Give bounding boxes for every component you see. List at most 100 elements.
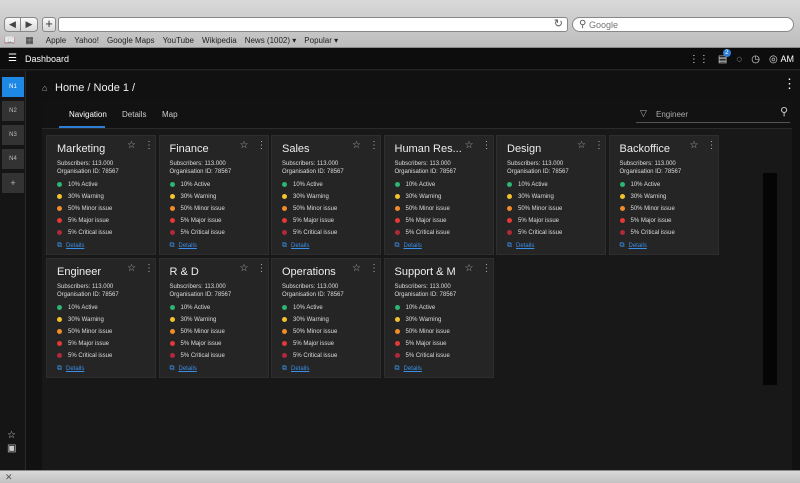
card-menu-icon[interactable]: ⋮ <box>369 140 379 152</box>
favorite-star-icon[interactable]: ☆ <box>690 140 699 152</box>
org-card[interactable]: Human Res... ☆ ⋮ Subscribers: 113.000 Organi… <box>383 135 494 255</box>
new-tab-button[interactable]: + <box>42 17 56 32</box>
external-link-icon: ⧉ <box>57 242 62 249</box>
org-card[interactable]: Engineer ☆ ⋮ Subscribers: 113.000 Organisati… <box>46 258 156 378</box>
card-menu-icon[interactable]: ⋮ <box>144 140 154 152</box>
external-link-icon: ⧉ <box>394 365 400 372</box>
apps-grid-icon[interactable]: ⋮⋮ <box>689 53 709 67</box>
favorite-star-icon[interactable]: ☆ <box>465 263 474 275</box>
card-menu-icon[interactable]: ⋮ <box>257 140 267 152</box>
status-row-active: 10% Active <box>169 303 210 312</box>
history-icon[interactable]: ◷ <box>751 53 760 67</box>
status-row-critical: 5% Critical issue <box>282 351 337 360</box>
user-initials: AM <box>780 54 795 64</box>
reload-icon[interactable]: ↻ <box>554 18 563 31</box>
user-icon: ◎ <box>768 54 778 65</box>
status-row-minor: 50% Minor issue <box>282 327 337 336</box>
filter-icon: ▽ <box>640 108 647 118</box>
organisation-id: Organisation ID: 78567 <box>282 292 344 298</box>
forward-button[interactable]: ▶ <box>21 17 38 32</box>
card-menu-icon[interactable]: ⋮ <box>144 263 154 275</box>
status-dot-icon <box>282 341 287 346</box>
panel-toggle-icon[interactable]: ▣ <box>7 443 16 454</box>
org-card[interactable]: Support & M ☆ ⋮ Subscribers: 113.000 Organis… <box>383 258 494 378</box>
home-icon[interactable]: ⌂ <box>42 83 47 93</box>
filter-field[interactable]: ▽ ⚲ <box>636 105 790 123</box>
browser-search-input[interactable] <box>589 19 789 30</box>
bookmark-item[interactable]: Popular ▾ <box>304 36 338 45</box>
details-link[interactable]: ⧉ Details <box>395 365 422 373</box>
card-menu-icon[interactable]: ⋮ <box>707 140 717 152</box>
reading-list-icon[interactable]: 📖 <box>4 35 15 46</box>
activity-icon[interactable]: ◌ <box>736 53 742 67</box>
details-label: Details <box>178 366 197 372</box>
details-link[interactable]: ⧉ Details <box>57 365 84 373</box>
card-menu-icon[interactable]: ⋮ <box>369 263 379 275</box>
status-label: 10% Active <box>518 181 548 188</box>
tab-navigation[interactable]: Navigation <box>69 110 107 120</box>
org-card[interactable]: R & D ☆ ⋮ Subscribers: 113.000 Organisation … <box>158 258 269 378</box>
star-icon[interactable]: ☆ <box>7 430 16 441</box>
card-menu-icon[interactable]: ⋮ <box>482 263 492 275</box>
org-card[interactable]: Backoffice ☆ ⋮ Subscribers: 113.000 Organisa… <box>608 135 719 255</box>
bookmark-item[interactable]: News (1002) ▾ <box>245 36 297 45</box>
favorite-star-icon[interactable]: ☆ <box>127 263 136 275</box>
filter-input[interactable] <box>656 108 766 120</box>
card-menu-icon[interactable]: ⋮ <box>257 263 267 275</box>
favorite-star-icon[interactable]: ☆ <box>352 140 361 152</box>
sidebar-item-n4[interactable]: N4 <box>2 149 24 169</box>
browser-search[interactable]: ⚲ <box>572 17 794 32</box>
bookmark-item[interactable]: Wikipedia <box>202 36 237 45</box>
details-link[interactable]: ⧉ Details <box>170 365 197 373</box>
favorite-star-icon[interactable]: ☆ <box>465 140 474 152</box>
favorite-star-icon[interactable]: ☆ <box>352 263 361 275</box>
details-link[interactable]: ⧉ Details <box>282 365 309 373</box>
bookmark-item[interactable]: Google Maps <box>107 36 155 45</box>
sidebar-add-button[interactable]: + <box>2 173 24 193</box>
details-link[interactable]: ⧉ Details <box>282 242 309 250</box>
back-button[interactable]: ◀ <box>4 17 21 32</box>
bookmark-item[interactable]: YouTube <box>163 36 194 45</box>
tab-map[interactable]: Map <box>162 110 178 120</box>
notifications-button[interactable]: ▤ 2 <box>718 48 731 67</box>
bookmark-item[interactable]: Yahoo! <box>74 36 99 45</box>
details-link[interactable]: ⧉ Details <box>170 242 197 250</box>
address-bar[interactable]: ↻ <box>58 17 568 32</box>
top-sites-icon[interactable]: ▦ <box>25 35 34 46</box>
favorite-star-icon[interactable]: ☆ <box>240 263 249 275</box>
tab-details[interactable]: Details <box>122 110 146 120</box>
status-dot-icon <box>394 230 400 235</box>
card-menu-icon[interactable]: ⋮ <box>482 140 492 152</box>
sidebar-item-n1[interactable]: N1 <box>2 77 24 97</box>
close-icon[interactable]: ✕ <box>5 471 13 483</box>
search-icon[interactable]: ⚲ <box>780 106 788 119</box>
scrollbar[interactable] <box>763 173 777 385</box>
active-tab-indicator <box>59 126 105 128</box>
org-card[interactable]: Design ☆ ⋮ Subscribers: 113.000 Organisation… <box>496 135 606 255</box>
status-row-major: 5% Major issue <box>282 339 334 348</box>
card-menu-icon[interactable]: ⋮ <box>594 140 604 152</box>
sidebar-item-n2[interactable]: N2 <box>2 101 24 121</box>
org-card[interactable]: Marketing ☆ ⋮ Subscribers: 113.000 Organisat… <box>46 135 156 255</box>
favorite-star-icon[interactable]: ☆ <box>577 140 586 152</box>
org-card[interactable]: Finance ☆ ⋮ Subscribers: 113.000 Organisatio… <box>158 135 269 255</box>
org-card[interactable]: Sales ☆ ⋮ Subscribers: 113.000 Organisation … <box>271 135 381 255</box>
details-link[interactable]: ⧉ Details <box>57 242 84 250</box>
details-link[interactable]: ⧉ Details <box>395 242 422 250</box>
org-card[interactable]: Operations ☆ ⋮ Subscribers: 113.000 Organisa… <box>271 258 381 378</box>
details-link[interactable]: ⧉ Details <box>507 242 534 250</box>
external-link-icon: ⧉ <box>394 242 400 249</box>
bookmark-item[interactable]: Apple <box>46 36 66 45</box>
more-options-icon[interactable]: ⋮ <box>783 77 796 91</box>
external-link-icon: ⧉ <box>619 242 625 249</box>
favorite-star-icon[interactable]: ☆ <box>240 140 249 152</box>
details-label: Details <box>403 243 422 249</box>
details-link[interactable]: ⧉ Details <box>620 242 647 250</box>
status-label: 50% Minor issue <box>68 328 113 335</box>
card-title: Design <box>507 143 542 155</box>
status-label: 30% Warning <box>293 316 329 323</box>
sidebar-item-n3[interactable]: N3 <box>2 125 24 145</box>
status-label: 5% Critical issue <box>518 229 563 236</box>
user-menu[interactable]: ◎ AM <box>769 52 794 67</box>
favorite-star-icon[interactable]: ☆ <box>127 140 136 152</box>
